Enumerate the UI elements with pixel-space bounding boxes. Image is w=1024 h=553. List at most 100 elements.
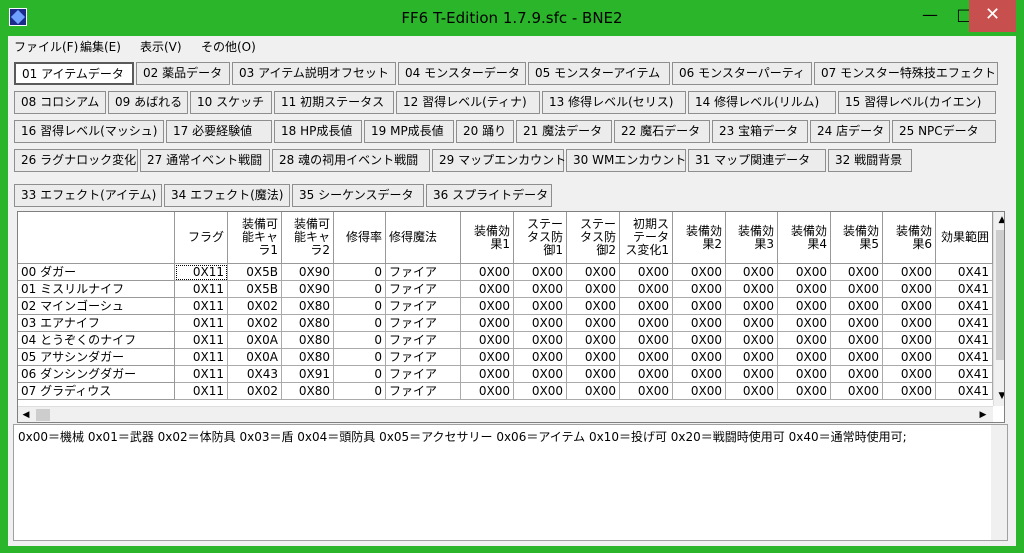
- tab-mp-growth[interactable]: 19 MP成長値: [364, 120, 454, 143]
- minimize-button[interactable]: —: [910, 0, 950, 32]
- grid-cell[interactable]: 0X43: [228, 366, 282, 383]
- col-header[interactable]: 初期ステータス変化1: [620, 212, 673, 264]
- grid-cell[interactable]: ファイア: [386, 332, 461, 349]
- grid-cell[interactable]: 0X00: [778, 281, 831, 298]
- grid-cell[interactable]: 0X00: [778, 264, 831, 281]
- tab-map-related[interactable]: 31 マップ関連データ: [688, 149, 826, 172]
- grid-cell[interactable]: 0X00: [726, 264, 778, 281]
- grid-cell[interactable]: 0X00: [778, 383, 831, 400]
- grid-cell[interactable]: ファイア: [386, 264, 461, 281]
- tab-colosseum[interactable]: 08 コロシアム: [14, 91, 106, 114]
- tab-magic-data[interactable]: 21 魔法データ: [516, 120, 612, 143]
- tab-shop-data[interactable]: 24 店データ: [810, 120, 890, 143]
- tab-esper-data[interactable]: 22 魔石データ: [614, 120, 710, 143]
- grid-cell[interactable]: 0X00: [831, 264, 883, 281]
- tab-map-encount[interactable]: 29 マップエンカウント: [432, 149, 566, 172]
- grid-cell[interactable]: 0X00: [567, 281, 620, 298]
- close-button[interactable]: ✕: [969, 0, 1016, 32]
- tab-normal-event-battle[interactable]: 27 通常イベント戦闘: [140, 149, 270, 172]
- row-header[interactable]: 03 エアナイフ: [18, 315, 175, 332]
- tab-learn-sabin[interactable]: 16 習得レベル(マッシュ): [14, 120, 164, 143]
- grid-cell[interactable]: 0X00: [778, 332, 831, 349]
- grid-cell[interactable]: 0X02: [228, 383, 282, 400]
- grid-cell[interactable]: 0X00: [673, 349, 726, 366]
- scroll-right-icon[interactable]: ▶: [975, 407, 991, 422]
- grid-cell[interactable]: 0X11: [175, 349, 228, 366]
- grid-cell[interactable]: 0X00: [726, 383, 778, 400]
- row-header[interactable]: 01 ミスリルナイフ: [18, 281, 175, 298]
- data-grid[interactable]: フラグ 装備可能キャラ1 装備可能キャラ2 修得率 修得魔法 装備効果1 ステー…: [17, 211, 1005, 423]
- grid-cell[interactable]: 0X41: [936, 264, 993, 281]
- grid-cell[interactable]: 0X00: [883, 298, 936, 315]
- scroll-down-icon[interactable]: ▼: [994, 388, 1004, 404]
- col-header[interactable]: 装備効果4: [778, 212, 831, 264]
- horizontal-scrollbar[interactable]: ◀ ▶: [18, 406, 993, 422]
- grid-cell[interactable]: 0X41: [936, 298, 993, 315]
- tab-sprite-data[interactable]: 36 スプライトデータ: [426, 184, 552, 207]
- grid-cell[interactable]: 0X00: [883, 332, 936, 349]
- col-header[interactable]: 修得魔法: [386, 212, 461, 264]
- row-header[interactable]: 05 アサシンダガー: [18, 349, 175, 366]
- tab-learn-celes[interactable]: 13 修得レベル(セリス): [542, 91, 686, 114]
- grid-cell[interactable]: 0X41: [936, 315, 993, 332]
- grid-cell[interactable]: 0X00: [461, 383, 514, 400]
- grid-cell[interactable]: 0X00: [567, 383, 620, 400]
- grid-cell[interactable]: 0X02: [228, 315, 282, 332]
- grid-cell[interactable]: 0X00: [726, 281, 778, 298]
- grid-cell[interactable]: 0X00: [461, 281, 514, 298]
- grid-cell[interactable]: 0X0A: [228, 349, 282, 366]
- col-header[interactable]: ステータス防御2: [567, 212, 620, 264]
- grid-cell[interactable]: 0X00: [673, 298, 726, 315]
- grid-cell[interactable]: 0X00: [831, 298, 883, 315]
- tab-monster-data[interactable]: 04 モンスターデータ: [398, 62, 526, 85]
- grid-cell[interactable]: 0X00: [831, 315, 883, 332]
- grid-cell[interactable]: 0X00: [726, 349, 778, 366]
- col-header[interactable]: 修得率: [334, 212, 386, 264]
- grid-cell[interactable]: 0X00: [778, 298, 831, 315]
- menu-view[interactable]: 表示(V): [140, 38, 182, 55]
- grid-cell[interactable]: 0X00: [514, 315, 567, 332]
- scroll-up-icon[interactable]: ▲: [994, 212, 1004, 228]
- grid-cell[interactable]: ファイア: [386, 315, 461, 332]
- vertical-scrollbar[interactable]: ▲ ▼: [993, 212, 1004, 406]
- grid-cell[interactable]: 0X00: [778, 315, 831, 332]
- tab-soul-shrine-battle[interactable]: 28 魂の祠用イベント戦闘: [272, 149, 430, 172]
- col-header[interactable]: フラグ: [175, 212, 228, 264]
- menu-file[interactable]: ファイル(F): [14, 38, 78, 55]
- grid-cell[interactable]: 0X00: [778, 349, 831, 366]
- horizontal-scroll-thumb[interactable]: [36, 409, 50, 421]
- row-header[interactable]: 07 グラディウス: [18, 383, 175, 400]
- tab-sequence-data[interactable]: 35 シーケンスデータ: [292, 184, 424, 207]
- grid-cell[interactable]: 0X00: [461, 366, 514, 383]
- title-bar[interactable]: FF6 T-Edition 1.7.9.sfc - BNE2 — □ ✕: [0, 0, 1024, 36]
- grid-cell[interactable]: 0X00: [726, 315, 778, 332]
- grid-cell[interactable]: 0X00: [514, 264, 567, 281]
- grid-cell[interactable]: 0X00: [883, 281, 936, 298]
- grid-cell[interactable]: 0X00: [514, 383, 567, 400]
- grid-cell[interactable]: 0X11: [175, 298, 228, 315]
- col-header[interactable]: 装備効果1: [461, 212, 514, 264]
- grid-cell[interactable]: 0X00: [673, 366, 726, 383]
- grid-cell[interactable]: 0X80: [282, 332, 334, 349]
- grid-cell[interactable]: 0X00: [620, 315, 673, 332]
- grid-cell[interactable]: 0X00: [831, 332, 883, 349]
- grid-cell[interactable]: 0X00: [514, 349, 567, 366]
- tab-exp-table[interactable]: 17 必要経験値: [166, 120, 272, 143]
- grid-cell[interactable]: 0X00: [567, 366, 620, 383]
- grid-cell[interactable]: 0X00: [514, 332, 567, 349]
- tab-monster-special-effect[interactable]: 07 モンスター特殊技エフェクト: [814, 62, 998, 85]
- grid-cell[interactable]: 0X11: [175, 383, 228, 400]
- grid-cell[interactable]: 0X00: [673, 383, 726, 400]
- vertical-scroll-thumb[interactable]: [996, 230, 1004, 360]
- grid-cell[interactable]: 0X00: [567, 349, 620, 366]
- col-header[interactable]: ステータス防御1: [514, 212, 567, 264]
- grid-cell[interactable]: 0X02: [228, 298, 282, 315]
- grid-cell[interactable]: 0X00: [620, 264, 673, 281]
- grid-cell[interactable]: 0X41: [936, 281, 993, 298]
- grid-cell[interactable]: 0X00: [831, 383, 883, 400]
- grid-cell[interactable]: 0X00: [620, 298, 673, 315]
- grid-cell[interactable]: 0X00: [620, 281, 673, 298]
- grid-cell[interactable]: 0X00: [883, 315, 936, 332]
- grid-cell[interactable]: 0X00: [831, 281, 883, 298]
- grid-cell[interactable]: 0X90: [282, 264, 334, 281]
